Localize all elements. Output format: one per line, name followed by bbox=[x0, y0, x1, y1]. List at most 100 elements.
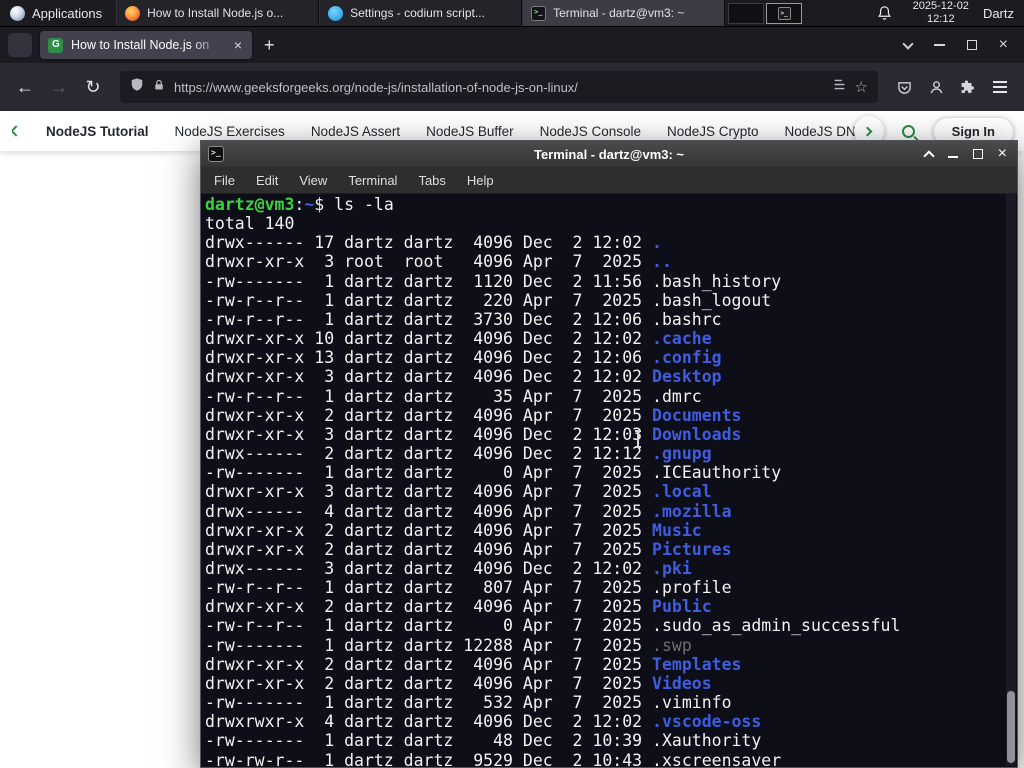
tab-close-icon[interactable]: × bbox=[232, 37, 244, 53]
ls-row: -rw-r--r-- 1 dartz dartz 807 Apr 7 2025 … bbox=[205, 578, 732, 598]
pocket-icon[interactable] bbox=[890, 73, 918, 101]
terminal-title: Terminal - dartz@vm3: ~ bbox=[533, 146, 685, 162]
account-icon[interactable] bbox=[922, 73, 950, 101]
ls-row: drwx------ 4 dartz dartz 4096 Apr 7 2025… bbox=[205, 501, 732, 521]
ls-row: drwx------ 3 dartz dartz 4096 Dec 2 12:0… bbox=[205, 558, 692, 578]
menu-file[interactable]: File bbox=[214, 173, 235, 188]
ls-row: -rw-r--r-- 1 dartz dartz 35 Apr 7 2025 .… bbox=[205, 386, 702, 406]
ls-row: -rw-rw-r-- 1 dartz dartz 9529 Dec 2 10:4… bbox=[205, 750, 782, 767]
ls-row: -rw------- 1 dartz dartz 48 Dec 2 10:39 … bbox=[205, 731, 762, 751]
ls-row: drwxr-xr-x 2 dartz dartz 4096 Apr 7 2025… bbox=[205, 654, 742, 674]
browser-toolbar: ← → ↻ https://www.geeksforgeeks.org/node… bbox=[0, 63, 1024, 111]
tab-title: How to Install Node.js on bbox=[71, 38, 210, 52]
nav-item-nodejs-dns[interactable]: NodeJS DNS bbox=[785, 124, 865, 139]
terminal-maximize-button[interactable] bbox=[972, 149, 983, 159]
terminal-shade-button[interactable] bbox=[922, 150, 935, 162]
url-bar[interactable]: https://www.geeksforgeeks.org/node-js/in… bbox=[120, 71, 878, 103]
taskbar-button-title: Terminal - dartz@vm3: ~ bbox=[553, 6, 685, 20]
terminal-menubar: File Edit View Terminal Tabs Help bbox=[201, 167, 1017, 194]
nav-item-nodejs-exercises[interactable]: NodeJS Exercises bbox=[175, 124, 285, 139]
terminal-window-controls: × bbox=[922, 141, 1007, 167]
menu-terminal[interactable]: Terminal bbox=[348, 173, 397, 188]
bookmark-star-icon[interactable]: ☆ bbox=[855, 78, 868, 96]
ls-row: -rw-r--r-- 1 dartz dartz 0 Apr 7 2025 .s… bbox=[205, 616, 901, 636]
browser-close-button[interactable]: × bbox=[999, 37, 1008, 53]
firefox-view-icon[interactable] bbox=[8, 33, 32, 57]
tab-strip: How to Install Node.js on × + × bbox=[0, 27, 1024, 63]
workspace-1[interactable] bbox=[728, 2, 765, 24]
ls-row: drwxr-xr-x 3 root root 4096 Apr 7 2025 .… bbox=[205, 252, 672, 272]
clock-date: 2025-12-02 bbox=[912, 0, 969, 13]
extensions-puzzle-icon[interactable] bbox=[954, 73, 982, 101]
nav-item-nodejs-assert[interactable]: NodeJS Assert bbox=[311, 124, 400, 139]
forward-button[interactable]: → bbox=[44, 72, 74, 102]
tracking-shield-icon[interactable] bbox=[130, 77, 144, 97]
nav-scroll-left-icon[interactable] bbox=[12, 125, 22, 137]
ls-row: drwxr-xr-x 2 dartz dartz 4096 Apr 7 2025… bbox=[205, 673, 712, 693]
prompt-line: dartz@vm3:~$ ls -la bbox=[205, 195, 394, 214]
ls-row: -rw------- 1 dartz dartz 0 Apr 7 2025 .I… bbox=[205, 463, 782, 483]
terminal-titlebar-icon bbox=[208, 146, 224, 162]
codium-icon bbox=[328, 5, 344, 21]
applications-label: Applications bbox=[32, 5, 103, 21]
applications-icon bbox=[10, 5, 25, 21]
ls-row: drwxr-xr-x 2 dartz dartz 4096 Apr 7 2025… bbox=[205, 520, 702, 540]
nav-item-nodejs-console[interactable]: NodeJS Console bbox=[540, 124, 641, 139]
search-icon[interactable] bbox=[901, 124, 915, 138]
nav-item-nodejs-buffer[interactable]: NodeJS Buffer bbox=[426, 124, 514, 139]
taskbar-button-codium[interactable]: Settings - codium script... bbox=[319, 0, 523, 26]
terminal-window: Terminal - dartz@vm3: ~ × File Edit View Te… bbox=[200, 140, 1018, 768]
terminal-mini-icon: >_ bbox=[777, 6, 791, 20]
new-tab-button[interactable]: + bbox=[260, 35, 279, 56]
scrollbar-thumb[interactable] bbox=[1007, 691, 1015, 763]
terminal-scrollbar[interactable] bbox=[1006, 194, 1016, 766]
ls-row: drwxr-xr-x 2 dartz dartz 4096 Apr 7 2025… bbox=[205, 405, 742, 425]
clock-time: 12:12 bbox=[927, 13, 955, 25]
taskbar-window-buttons: How to Install Node.js o... Settings - co… bbox=[116, 0, 726, 26]
terminal-screen[interactable]: dartz@vm3:~$ ls -la total 140 drwx------ 1… bbox=[201, 194, 1017, 767]
list-all-tabs-icon[interactable] bbox=[901, 37, 914, 50]
taskbar-button-firefox[interactable]: How to Install Node.js o... bbox=[116, 0, 320, 26]
reload-button[interactable]: ↻ bbox=[78, 72, 108, 102]
terminal-titlebar[interactable]: Terminal - dartz@vm3: ~ × bbox=[201, 141, 1017, 167]
menu-help[interactable]: Help bbox=[467, 173, 494, 188]
gfg-favicon bbox=[48, 37, 63, 53]
menu-view[interactable]: View bbox=[299, 173, 327, 188]
browser-maximize-button[interactable] bbox=[966, 40, 977, 50]
panel-clock[interactable]: 2025-12-02 12:12 bbox=[913, 0, 969, 25]
browser-tab-active[interactable]: How to Install Node.js on × bbox=[40, 31, 252, 59]
ls-row: drwx------ 17 dartz dartz 4096 Dec 2 12:… bbox=[205, 233, 662, 253]
menu-edit[interactable]: Edit bbox=[256, 173, 278, 188]
lock-icon[interactable] bbox=[153, 78, 165, 97]
nav-item-nodejs-crypto[interactable]: NodeJS Crypto bbox=[667, 124, 759, 139]
mouse-cursor bbox=[635, 430, 641, 448]
ls-row: drwxr-xr-x 3 dartz dartz 4096 Apr 7 2025… bbox=[205, 482, 712, 502]
ls-row: -rw------- 1 dartz dartz 532 Apr 7 2025 … bbox=[205, 693, 732, 713]
applications-menu-button[interactable]: Applications bbox=[0, 0, 112, 26]
session-user-label[interactable]: Dartz bbox=[983, 6, 1014, 21]
workspace-2-active[interactable]: >_ bbox=[766, 2, 803, 24]
terminal-minimize-button[interactable] bbox=[947, 156, 958, 158]
taskbar-button-terminal[interactable]: Terminal - dartz@vm3: ~ bbox=[522, 0, 726, 26]
ls-row: drwxr-xr-x 3 dartz dartz 4096 Dec 2 12:0… bbox=[205, 367, 722, 387]
menu-hamburger-icon[interactable] bbox=[986, 73, 1014, 101]
ls-row: -rw-r--r-- 1 dartz dartz 3730 Dec 2 12:0… bbox=[205, 309, 722, 329]
desktop-root: Applications How to Install Node.js o...… bbox=[0, 0, 1024, 768]
url-text[interactable]: https://www.geeksforgeeks.org/node-js/in… bbox=[174, 80, 824, 95]
notification-bell-icon[interactable] bbox=[871, 0, 899, 27]
back-button[interactable]: ← bbox=[10, 72, 40, 102]
top-panel: Applications How to Install Node.js o...… bbox=[0, 0, 1024, 27]
terminal-close-button[interactable]: × bbox=[998, 146, 1007, 162]
ls-row: drwx------ 2 dartz dartz 4096 Dec 2 12:1… bbox=[205, 444, 712, 464]
taskbar-button-title: How to Install Node.js o... bbox=[147, 6, 284, 20]
menu-tabs[interactable]: Tabs bbox=[418, 173, 445, 188]
nav-item-nodejs-tutorial[interactable]: NodeJS Tutorial bbox=[46, 124, 149, 139]
window-controls: × bbox=[901, 37, 1016, 53]
ls-row: drwxr-xr-x 2 dartz dartz 4096 Apr 7 2025… bbox=[205, 597, 712, 617]
terminal-icon bbox=[531, 5, 547, 21]
ls-row: drwxr-xr-x 2 dartz dartz 4096 Apr 7 2025… bbox=[205, 539, 732, 559]
reader-mode-icon[interactable] bbox=[833, 78, 846, 96]
browser-minimize-button[interactable] bbox=[933, 44, 945, 46]
total-line: total 140 bbox=[205, 214, 295, 234]
ls-row: drwxr-xr-x 10 dartz dartz 4096 Dec 2 12:… bbox=[205, 329, 712, 349]
